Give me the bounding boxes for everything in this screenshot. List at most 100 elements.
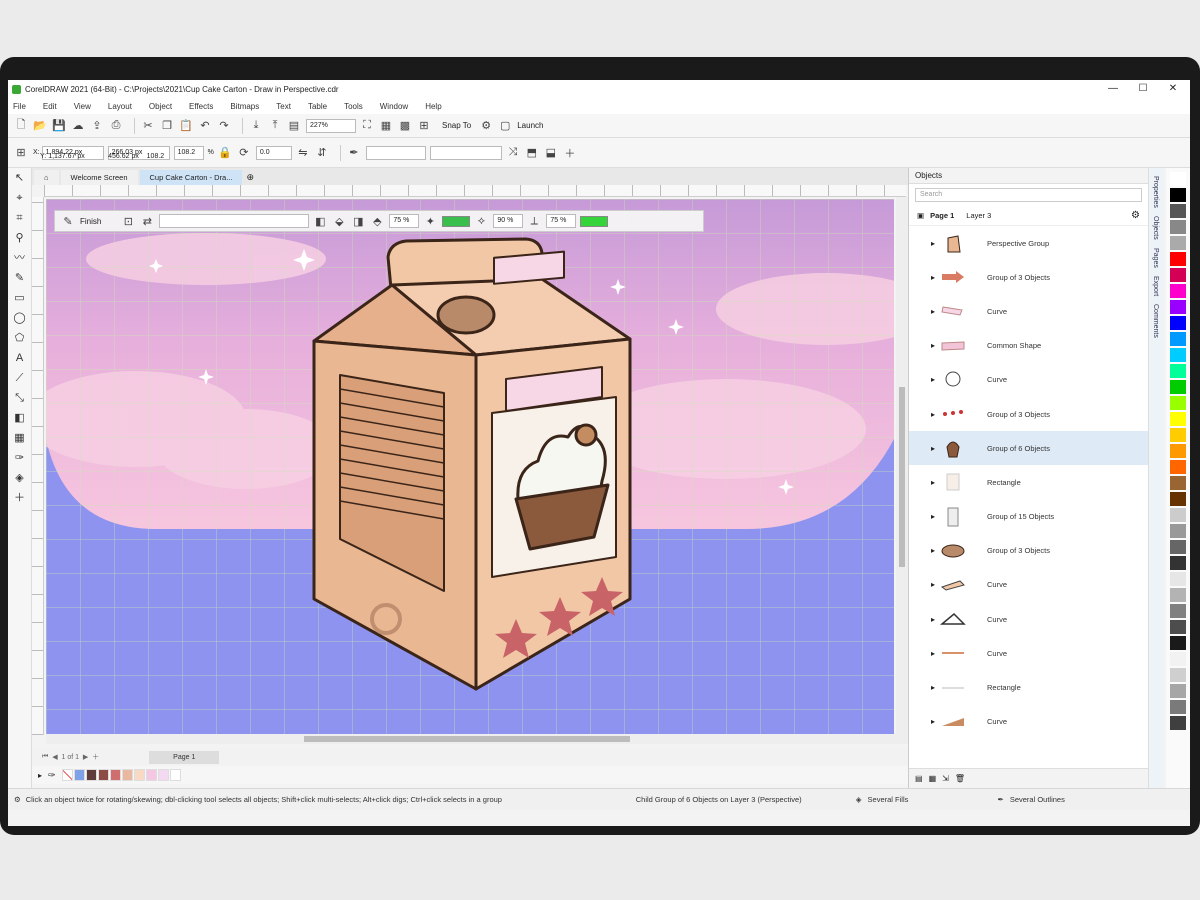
docker-tab-pages[interactable]: Pages <box>1152 248 1159 268</box>
eyedropper-small-icon[interactable]: ✑ <box>48 770 56 781</box>
color-swatch[interactable] <box>1170 348 1186 362</box>
upload-icon[interactable]: ⇪ <box>90 119 104 133</box>
docker-tab-comments[interactable]: Comments <box>1152 304 1159 338</box>
expand-arrow-icon[interactable]: ▸ <box>931 615 935 624</box>
object-row[interactable]: ▸ Curve <box>909 705 1148 739</box>
tab-cup-cake-carton[interactable]: Cup Cake Carton - Dra... <box>139 170 243 185</box>
full-screen-icon[interactable]: ⛶ <box>360 119 374 133</box>
color-swatch[interactable] <box>1170 316 1186 330</box>
transparency-tool-icon[interactable]: ▦ <box>8 428 31 448</box>
menu-view[interactable]: View <box>74 102 91 111</box>
palette-menu-icon[interactable]: ▸ <box>38 771 42 780</box>
expand-arrow-icon[interactable]: ▸ <box>931 341 935 350</box>
rectangle-tool-icon[interactable]: ▭ <box>8 288 31 308</box>
color-swatch[interactable] <box>1170 284 1186 298</box>
redo-icon[interactable]: ↷ <box>217 119 231 133</box>
color-swatch[interactable] <box>1170 604 1186 618</box>
color-swatch[interactable] <box>1170 412 1186 426</box>
scale-height-field[interactable]: 108.2 <box>147 153 165 160</box>
color-swatch[interactable] <box>1170 300 1186 314</box>
menu-effects[interactable]: Effects <box>189 102 213 111</box>
wrap-text-icon[interactable]: ⤨ <box>506 146 520 160</box>
opacity-field-1[interactable]: 75 % <box>389 214 420 228</box>
copy-icon[interactable]: ❐ <box>160 119 174 133</box>
expand-arrow-icon[interactable]: ▸ <box>931 580 935 589</box>
color-swatch[interactable] <box>1170 364 1186 378</box>
export-icon[interactable]: ⤒ <box>268 119 282 133</box>
expand-arrow-icon[interactable]: ▸ <box>931 546 935 555</box>
page-tab[interactable]: Page 1 <box>149 750 220 764</box>
color-swatch[interactable] <box>1170 476 1186 490</box>
no-fill-swatch[interactable] <box>61 769 73 781</box>
color-swatch[interactable] <box>1170 252 1186 266</box>
cloud-icon[interactable]: ☁ <box>71 119 85 133</box>
expand-arrow-icon[interactable]: ▸ <box>931 649 935 658</box>
line-style-select[interactable] <box>429 145 502 160</box>
object-row[interactable]: ▸ Curve <box>909 602 1148 636</box>
quick-customize-icon[interactable]: ＋ <box>563 146 577 160</box>
undo-icon[interactable]: ↶ <box>198 119 212 133</box>
menu-object[interactable]: Object <box>149 102 172 111</box>
parallel-dimension-icon[interactable]: ⟋ <box>8 368 31 388</box>
color-swatch[interactable] <box>1170 172 1186 186</box>
layer-label[interactable]: Layer 3 <box>966 211 991 220</box>
menu-layout[interactable]: Layout <box>108 102 132 111</box>
color-swatch[interactable] <box>1170 492 1186 506</box>
launch-icon[interactable]: ▢ <box>498 119 512 133</box>
color-swatch[interactable] <box>1170 636 1186 650</box>
import-icon[interactable]: ⤓ <box>249 119 263 133</box>
mirror-horizontal-icon[interactable]: ⇋ <box>296 146 310 160</box>
color-swatch[interactable] <box>1170 540 1186 554</box>
color-swatch[interactable] <box>1170 556 1186 570</box>
new-tab-icon[interactable]: ⊕ <box>246 170 254 185</box>
page-label[interactable]: Page 1 <box>930 211 954 220</box>
connector-tool-icon[interactable]: ⤡ <box>8 388 31 408</box>
line-spacing-icon[interactable]: ⟂ <box>527 214 541 228</box>
grid-color-swatch-2[interactable] <box>580 215 609 227</box>
opacity-field-3[interactable]: 75 % <box>546 214 577 228</box>
bottom-plane-icon[interactable]: ⬘ <box>370 214 384 228</box>
palette-swatch[interactable] <box>73 769 85 781</box>
save-icon[interactable]: 💾 <box>52 119 66 133</box>
top-plane-icon[interactable]: ⬙ <box>332 214 346 228</box>
delete-icon[interactable]: 🗑 <box>955 774 965 783</box>
expand-arrow-icon[interactable]: ▸ <box>931 512 935 521</box>
guidelines-icon[interactable]: ⊞ <box>417 119 431 133</box>
minimize-icon[interactable]: — <box>1098 80 1128 98</box>
menu-table[interactable]: Table <box>308 102 327 111</box>
print-icon[interactable]: ⎙ <box>109 119 123 133</box>
fill-icon[interactable]: ◈ <box>856 795 862 804</box>
shape-tool-icon[interactable]: ⌖ <box>8 188 31 208</box>
horizontal-ruler[interactable] <box>44 185 906 197</box>
color-swatch[interactable] <box>1170 572 1186 586</box>
page-layer-row[interactable]: ▣ Page 1 Layer 3 ⚙ <box>909 206 1148 226</box>
prev-page-icon[interactable]: ◀ <box>52 753 57 761</box>
tab-welcome-screen[interactable]: Welcome Screen <box>60 170 138 185</box>
expand-arrow-icon[interactable]: ▸ <box>931 239 935 248</box>
objects-search-input[interactable]: Search <box>915 188 1142 202</box>
palette-swatch[interactable] <box>109 769 121 781</box>
color-swatch[interactable] <box>1170 508 1186 522</box>
palette-swatch[interactable] <box>133 769 145 781</box>
docker-tab-export[interactable]: Export <box>1152 276 1159 296</box>
object-row[interactable]: ▸ Rectangle <box>909 465 1148 499</box>
horizontal-scrollbar[interactable] <box>46 734 908 744</box>
cut-icon[interactable]: ✂ <box>141 119 155 133</box>
close-icon[interactable]: ✕ <box>1158 80 1188 98</box>
object-row[interactable]: ▸ Group of 3 Objects <box>909 260 1148 294</box>
height-field[interactable]: 456.62 px <box>108 153 139 160</box>
expand-arrow-icon[interactable]: ▸ <box>931 307 935 316</box>
right-plane-icon[interactable]: ◨ <box>351 214 365 228</box>
color-swatch[interactable] <box>1170 700 1186 714</box>
docker-tab-objects[interactable]: Objects <box>1152 216 1159 240</box>
color-swatch[interactable] <box>1170 268 1186 282</box>
freehand-tool-icon[interactable]: 〰 <box>8 248 31 268</box>
to-back-icon[interactable]: ⬓ <box>544 146 558 160</box>
home-icon[interactable]: ⌂ <box>34 170 59 185</box>
menu-help[interactable]: Help <box>425 102 441 111</box>
grid-icon[interactable]: ▩ <box>398 119 412 133</box>
interactive-fill-icon[interactable]: ◈ <box>8 468 31 488</box>
grid-toggle-icon[interactable]: ✦ <box>423 214 437 228</box>
finish-button[interactable]: Finish <box>80 217 101 226</box>
next-page-icon[interactable]: ▶ <box>83 753 88 761</box>
